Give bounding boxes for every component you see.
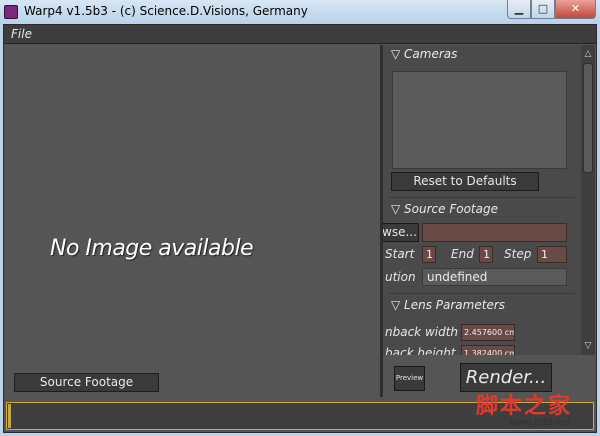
start-label: Start — [385, 247, 415, 261]
maximize-icon: □ — [537, 2, 549, 15]
watermark-logo: 脚本之家 — [476, 393, 573, 419]
maximize-button[interactable]: □ — [531, 0, 555, 19]
panel-scrollbar[interactable]: △ ▽ — [581, 45, 595, 355]
source-footage-button[interactable]: Source Footage — [14, 373, 159, 392]
scroll-thumb[interactable] — [583, 63, 593, 173]
end-field[interactable]: 1 — [479, 246, 493, 263]
menu-bar: File — [4, 25, 596, 44]
preview-button[interactable]: Preview — [394, 366, 425, 391]
end-label: End — [451, 247, 474, 261]
progress-fill — [8, 404, 11, 428]
minimize-button[interactable]: ▁ — [507, 0, 531, 19]
source-footage-section-header[interactable]: ▽ Source Footage — [391, 202, 498, 216]
resolution-label: ution — [385, 270, 416, 284]
settings-panel: ▽ Cameras Reset to Defaults ▽ Source Foo… — [383, 45, 581, 355]
camera-list[interactable] — [392, 71, 567, 169]
scroll-down-icon[interactable]: ▽ — [581, 339, 595, 353]
filmback-height-field[interactable]: 1.382400 cm — [461, 345, 515, 355]
menu-file[interactable]: File — [11, 27, 32, 41]
start-field[interactable]: 1 — [422, 246, 436, 263]
section-separator — [389, 293, 575, 294]
step-label: Step — [504, 247, 532, 261]
filmback-width-label: nback width — [385, 325, 459, 339]
reset-defaults-button[interactable]: Reset to Defaults — [391, 172, 539, 191]
cameras-section-header[interactable]: ▽ Cameras — [391, 47, 457, 61]
close-button[interactable]: ✕ — [555, 0, 596, 19]
resolution-field: undefined — [422, 268, 567, 286]
filmback-width-field[interactable]: 2.457600 cm — [461, 324, 515, 341]
step-field[interactable]: 1 — [537, 246, 567, 263]
title-bar: Warp4 v1.5b3 - (c) Science.D.Visions, Ge… — [0, 0, 600, 24]
app-client-area: File No Image available Source Footage ▽… — [3, 24, 597, 433]
filmback-height-label: back height — [385, 346, 456, 355]
footage-path-field[interactable] — [422, 223, 567, 242]
no-image-placeholder: No Image available — [50, 236, 254, 261]
warp-app-icon — [4, 5, 18, 19]
image-viewer: No Image available Source Footage — [4, 45, 380, 397]
section-separator — [389, 197, 575, 198]
lens-parameters-section-header[interactable]: ▽ Lens Parameters — [391, 298, 505, 312]
window-title: Warp4 v1.5b3 - (c) Science.D.Visions, Ge… — [24, 4, 308, 18]
scroll-up-icon[interactable]: △ — [581, 47, 595, 61]
watermark-url: www.jb51.net — [510, 418, 572, 428]
close-icon: ✕ — [570, 2, 581, 15]
minimize-icon: ▁ — [514, 2, 524, 15]
browse-button[interactable]: wse... — [383, 223, 419, 242]
